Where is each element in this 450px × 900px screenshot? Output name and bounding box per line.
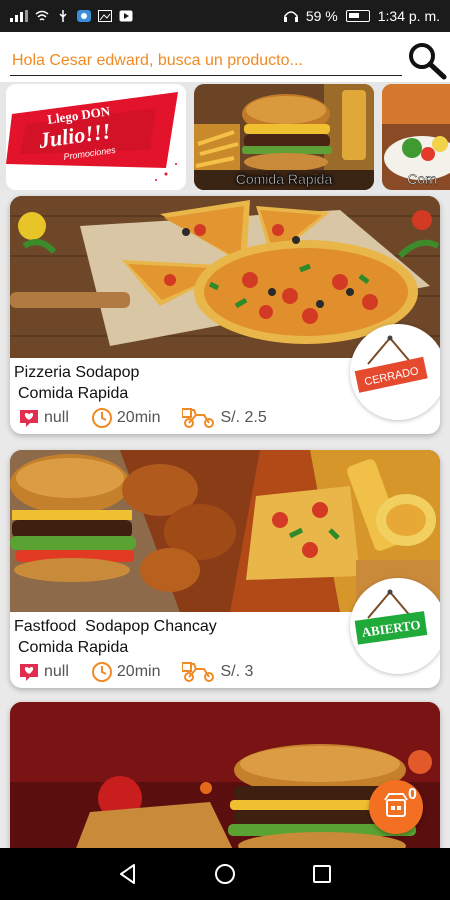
restaurant-info: Pizzeria Sodapop Comida Rapida null 20mi…	[14, 362, 350, 429]
battery-icon	[345, 10, 370, 22]
restaurant-card[interactable]: Fastfood Sodapop Chancay Comida Rapida n…	[10, 450, 440, 688]
signal-icon	[10, 10, 28, 22]
video-notification-icon	[119, 10, 133, 22]
status-bar: 59 % 1:34 p. m.	[0, 0, 450, 32]
restaurant-list: Pizzeria Sodapop Comida Rapida null 20mi…	[0, 190, 450, 848]
closed-sign-icon: CERRADO	[354, 335, 428, 393]
category-carousel: Llego DON Julio!!! Promociones Comida Ra…	[0, 82, 450, 190]
battery-percent: 59 %	[305, 8, 338, 24]
delivery-bike-icon	[182, 662, 215, 682]
status-badge-open: ABIERTO	[350, 578, 440, 674]
restaurant-meta: null 20min S/. 2.5	[14, 407, 350, 429]
heart-icon	[20, 410, 38, 427]
category-comida-rapida[interactable]: Comida Rapida	[194, 84, 374, 190]
cart-count: 0	[408, 786, 417, 803]
delivery-time: 20min	[116, 409, 161, 426]
restaurant-rating: null	[44, 409, 69, 426]
recents-icon[interactable]	[310, 862, 334, 886]
gallery-notification-icon	[98, 10, 112, 22]
delivery-time: 20min	[116, 663, 161, 680]
category-promo[interactable]: Llego DON Julio!!! Promociones	[6, 84, 186, 190]
restaurant-name: Pizzeria Sodapop	[14, 364, 140, 381]
search-input[interactable]	[10, 46, 402, 76]
restaurant-info: Fastfood Sodapop Chancay Comida Rapida n…	[14, 616, 350, 683]
search-bar	[0, 32, 450, 82]
usb-icon	[59, 10, 67, 22]
restaurant-card[interactable]: Pizzeria Sodapop Comida Rapida null 20mi…	[10, 196, 440, 434]
delivery-bike-icon	[182, 408, 215, 428]
promo-banner-image: Llego DON Julio!!! Promociones	[6, 84, 186, 190]
clock-time: 1:34 p. m.	[377, 8, 440, 24]
wifi-icon	[35, 10, 49, 21]
app-notification-icon	[77, 10, 91, 22]
system-navigation-bar	[0, 848, 450, 900]
category-label-comida-rapida: Comida Rapida	[236, 171, 333, 187]
status-left-icons	[10, 10, 133, 22]
open-sign-icon: ABIERTO	[354, 589, 428, 645]
back-icon[interactable]	[116, 862, 140, 886]
clock-icon	[91, 408, 112, 428]
burger-category-image: Comida Rapida	[194, 84, 374, 190]
delivery-price: S/. 3	[220, 663, 254, 680]
category-third[interactable]: Com	[382, 84, 450, 190]
restaurant-type: Comida Rapida	[18, 639, 129, 656]
status-badge-closed: CERRADO	[350, 324, 440, 420]
restaurant-name: Fastfood Sodapop Chancay	[14, 618, 217, 635]
salad-category-image: Com	[382, 84, 450, 190]
headphones-icon	[283, 11, 298, 22]
home-icon[interactable]	[213, 862, 237, 886]
clock-icon	[91, 662, 112, 682]
category-label-third: Com	[407, 171, 437, 187]
status-right: 59 % 1:34 p. m.	[283, 8, 440, 24]
restaurant-rating: null	[44, 663, 69, 680]
search-icon[interactable]	[406, 40, 448, 82]
restaurant-meta: null 20min S/. 3	[14, 661, 350, 683]
heart-icon	[20, 664, 38, 681]
delivery-price: S/. 2.5	[220, 409, 267, 426]
restaurant-type: Comida Rapida	[18, 385, 129, 402]
